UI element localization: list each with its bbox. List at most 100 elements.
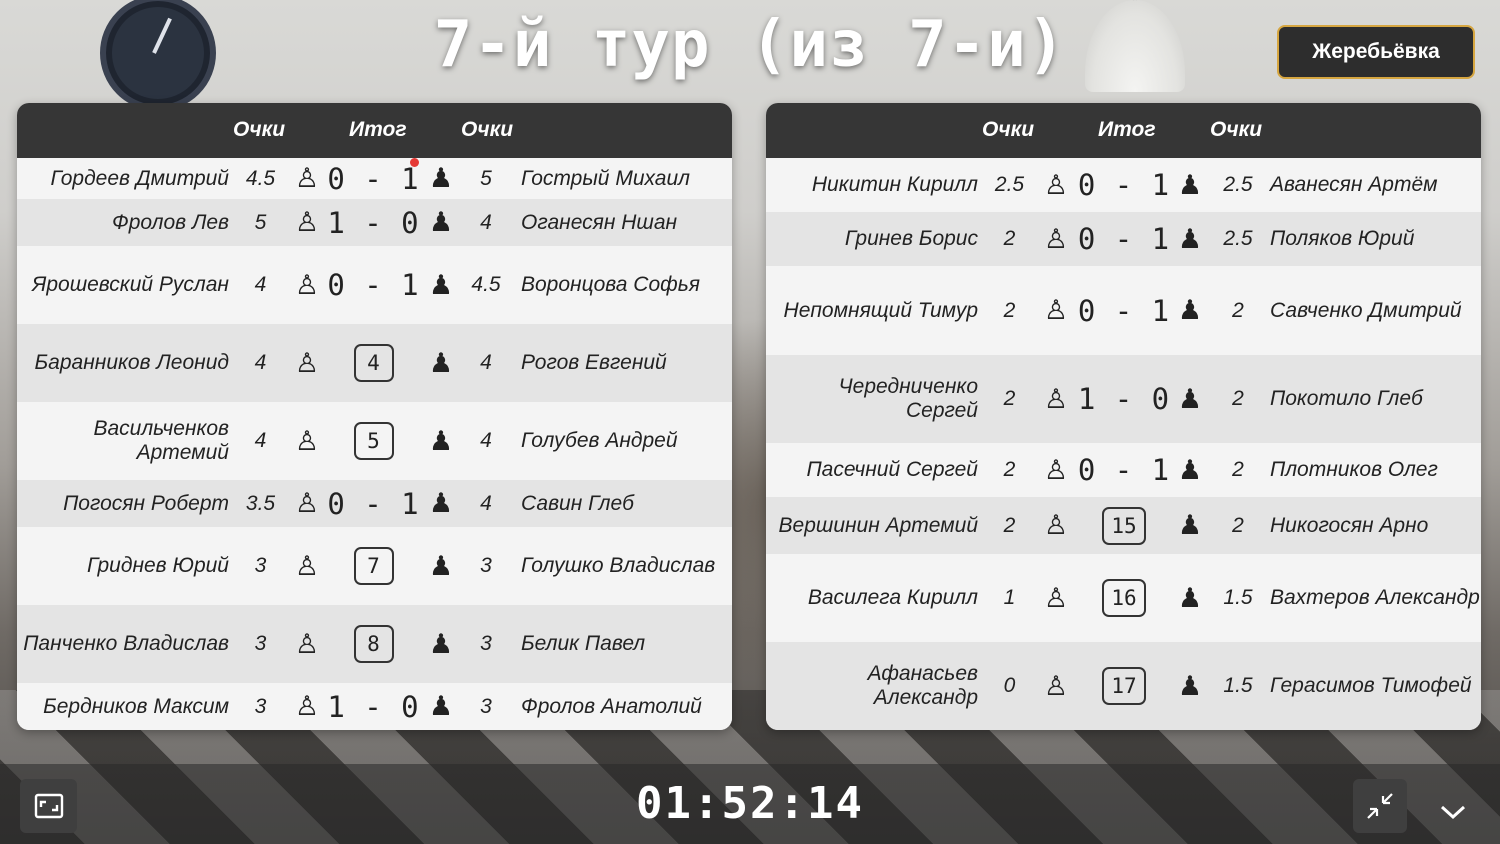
black-points: 3 [480,632,492,655]
black-points: 1.5 [1223,674,1253,697]
white-points: 2.5 [994,173,1025,196]
black-pawn-icon: ♟ [428,488,454,518]
board-number-badge[interactable]: 7 [353,547,394,585]
board-number-badge[interactable]: 15 [1102,506,1146,545]
game-result: 1 - 0 [327,205,420,240]
chevron-down-icon [1440,805,1466,820]
collapse-button[interactable] [1353,779,1407,833]
white-points: 3.5 [245,491,276,515]
white-points: 5 [254,210,267,234]
white-player-name: Баранников Леонид [34,351,230,374]
black-player-name: Рогов Евгений [521,351,667,374]
table-row[interactable]: Гринев Борис 2 ♙ 0 - 1 ♟ 2.5 Поляков Юрий [766,212,1481,266]
board-number-cell: 5 [330,402,417,480]
black-player-name: Голушко Владислав [521,554,716,577]
black-pawn-icon: ♟ [428,269,454,300]
board-number-badge[interactable]: 17 [1102,667,1146,705]
rows-container: Никитин Кирилл 2.5 ♙ 0 - 1 ♟ 2.5 Аванесян Артё… [766,158,1481,730]
white-player-name: Гриднев Юрий [86,554,229,577]
black-pawn-icon: ♟ [1177,169,1203,200]
black-player-name: Герасимов Тимофей [1270,674,1472,697]
game-result: 0 - 1 [1077,453,1171,487]
black-pawn-icon: ♟ [1177,510,1203,540]
white-player-name: Вершинин Артемий [778,513,978,537]
table-row[interactable]: Васильченков Артемий 4 ♙ 5 ♟ 4 Голубев Андрей [17,402,732,480]
white-pawn-icon: ♙ [1043,169,1069,200]
board-number-badge[interactable]: 4 [353,344,394,382]
table-row[interactable]: Непомнящий Тимур 2 ♙ 0 - 1 ♟ 2 Савченко Дмитри… [766,266,1481,355]
black-player-name: Голубев Андрей [521,429,678,452]
table-row[interactable]: Чередниченко Сергей 2 ♙ 1 - 0 ♟ 2 Покотило Гле… [766,355,1481,443]
white-points: 4 [254,429,267,452]
points-header: Очки [461,118,514,141]
black-pawn-icon: ♟ [1177,582,1203,613]
white-pawn-icon: ♙ [1043,670,1069,701]
black-player-name: Аванесян Артём [1270,173,1438,196]
pairings-table-right: Очки Итог Очки Никитин Кирилл 2.5 ♙ 0 - 1 ♟ 2… [766,103,1481,730]
white-player-name: Ярошевский Руслан [32,273,229,296]
black-pawn-icon: ♟ [428,628,454,659]
game-result: 1 - 0 [1077,382,1171,416]
points-header: Очки [233,118,286,141]
table-row[interactable]: Афанасьев Александр 0 ♙ 17 ♟ 1.5 Герасимов Тим… [766,642,1481,730]
black-points: 4 [480,210,492,234]
table-row[interactable]: Панченко Владислав 3 ♙ 8 ♟ 3 Белик Павел [17,605,732,683]
white-pawn-icon: ♙ [294,269,320,300]
table-row[interactable]: Гордеев Дмитрий 4.5 ♙ 0 - 1 ♟ 5 Гострый Михаил [17,158,732,199]
black-player-name: Оганесян Ншан [521,210,678,234]
table-row[interactable]: Бердников Максим 3 ♙ 1 - 0 ♟ 3 Фролов Анатолий [17,683,732,730]
black-points: 2.5 [1223,227,1253,250]
black-points: 4 [480,491,492,515]
board-number-cell: 7 [330,527,417,605]
collapse-icon [1367,793,1393,819]
white-points: 1 [1003,586,1016,609]
table-row[interactable]: Пасечний Сергей 2 ♙ 0 - 1 ♟ 2 Плотников Олег [766,443,1481,497]
black-pawn-icon: ♟ [1177,670,1203,701]
white-pawn-icon: ♙ [294,691,320,721]
table-row[interactable]: Василега Кирилл 1 ♙ 16 ♟ 1.5 Вахтеров Александ… [766,554,1481,642]
black-pawn-icon: ♟ [428,691,454,721]
round-title: 7-й тур (из 7-и) [433,8,1067,82]
black-player-name: Савин Глеб [521,491,634,515]
table-row[interactable]: Ярошевский Руслан 4 ♙ 0 - 1 ♟ 4.5 Воронцова Со… [17,246,732,324]
table-row[interactable]: Фролов Лев 5 ♙ 1 - 0 ♟ 4 Оганесян Ншан [17,199,732,246]
black-pawn-icon: ♟ [1177,383,1203,414]
white-pawn-icon: ♙ [1043,295,1069,325]
expand-menu-button[interactable] [1430,789,1476,835]
game-result: 0 - 1 [1077,293,1171,328]
points-header: Очки [982,118,1035,141]
black-points: 4 [480,429,492,452]
white-player-name: Фролов Лев [112,210,229,234]
black-pawn-icon: ♟ [1177,295,1203,325]
white-player-name: Чередниченко Сергей [838,375,978,422]
points-header: Очки [1210,118,1263,141]
game-result: 1 - 0 [327,689,420,724]
white-points: 4.5 [245,166,276,190]
board-number-badge[interactable]: 16 [1102,579,1146,617]
table-row[interactable]: Баранников Леонид 4 ♙ 4 ♟ 4 Рогов Евгений [17,324,732,402]
white-pawn-icon: ♙ [294,550,320,581]
game-result: 0 - 1 [327,268,420,302]
board-number-badge[interactable]: 8 [353,625,394,663]
black-player-name: Покотило Глеб [1270,387,1423,410]
black-pawn-icon: ♟ [428,207,454,237]
white-pawn-icon: ♙ [1043,383,1069,414]
black-player-name: Воронцова Софья [521,273,700,296]
board-number-badge[interactable]: 5 [353,422,394,460]
white-points: 3 [254,694,267,718]
table-row[interactable]: Никитин Кирилл 2.5 ♙ 0 - 1 ♟ 2.5 Аванесян Артё… [766,158,1481,212]
board-number-cell: 8 [330,605,417,683]
fullscreen-button[interactable] [20,779,77,833]
black-pawn-icon: ♟ [1177,454,1203,485]
table-row[interactable]: Вершинин Артемий 2 ♙ 15 ♟ 2 Никогосян Арно [766,497,1481,554]
black-points: 2 [1232,387,1244,410]
board-number-cell: 4 [330,324,417,402]
pairings-button[interactable]: Жеребьёвка [1277,25,1475,79]
white-pawn-icon: ♙ [294,425,320,456]
black-points: 1.5 [1223,586,1253,609]
table-row[interactable]: Погосян Роберт 3.5 ♙ 0 - 1 ♟ 4 Савин Глеб [17,480,732,527]
black-points: 4.5 [471,273,501,296]
table-row[interactable]: Гриднев Юрий 3 ♙ 7 ♟ 3 Голушко Владислав [17,527,732,605]
black-points: 2 [1232,298,1244,322]
white-pawn-icon: ♙ [294,207,320,237]
